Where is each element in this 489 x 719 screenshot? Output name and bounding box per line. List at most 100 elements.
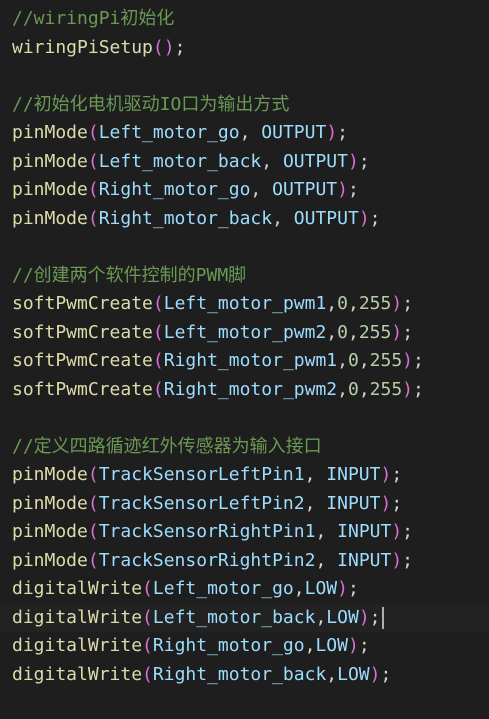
code-line[interactable]: wiringPiSetup(); (12, 34, 185, 62)
punctuation: ; (358, 150, 370, 172)
code-text: pinMode(Left_motor_back, OUTPUT); (12, 151, 370, 172)
punctuation: , (347, 321, 359, 343)
code-line[interactable]: digitalWrite(Left_motor_go,LOW); (12, 575, 359, 603)
code-line[interactable]: softPwmCreate(Right_motor_pwm2,0,255); (12, 376, 424, 404)
open-paren: ( (87, 179, 99, 200)
comment-text: //定义四路循迹红外传感器为输入接口 (12, 435, 322, 457)
code-line[interactable]: pinMode(TrackSensorRightPin2, INPUT); (12, 547, 413, 575)
punctuation: ; (402, 321, 414, 343)
open-paren: ( (152, 321, 164, 343)
comment-line[interactable]: //初始化电机驱动IO口为输出方式 (12, 91, 289, 119)
code-line[interactable]: pinMode(TrackSensorRightPin1, INPUT); (12, 518, 413, 546)
close-paren: ) (347, 635, 359, 656)
code-line[interactable]: pinMode(TrackSensorLeftPin2, INPUT); (12, 490, 402, 518)
code-text: digitalWrite(Left_motor_back,LOW); (12, 607, 381, 628)
close-paren: ) (347, 150, 359, 172)
open-paren: ( (142, 635, 153, 656)
identifier: Right_motor_pwm2 (163, 378, 338, 400)
code-line[interactable]: digitalWrite(Left_motor_back,LOW); (0, 603, 489, 632)
identifier: Left_motor_pwm2 (163, 321, 327, 343)
close-paren: ) (380, 464, 392, 485)
comment-line[interactable]: //定义四路循迹红外传感器为输入接口 (12, 433, 322, 461)
code-line[interactable]: softPwmCreate(Left_motor_pwm1,0,255); (12, 290, 413, 318)
punctuation: ; (369, 207, 381, 229)
open-paren: ( (87, 492, 99, 514)
number-literal: 255 (358, 293, 392, 314)
function-name: softPwmCreate (12, 321, 153, 343)
open-paren: ( (152, 378, 164, 400)
code-text: pinMode(TrackSensorRightPin2, INPUT); (12, 550, 413, 571)
function-name: digitalWrite (12, 663, 143, 685)
code-line[interactable]: pinMode(Left_motor_go, OUTPUT); (12, 119, 348, 147)
identifier: OUTPUT (261, 122, 327, 143)
code-line[interactable]: pinMode(Right_motor_go, OUTPUT); (12, 176, 359, 204)
identifier: LOW (337, 663, 370, 685)
identifier: LOW (304, 578, 338, 599)
identifier: Left_motor_go (98, 122, 240, 143)
function-name: pinMode (12, 492, 88, 514)
code-text: pinMode(Left_motor_go, OUTPUT); (12, 122, 348, 143)
punctuation: ; (347, 179, 359, 200)
close-paren: ) (358, 207, 370, 229)
code-line[interactable]: pinMode(Right_motor_back, OUTPUT); (12, 205, 381, 233)
open-paren: ( (87, 207, 99, 229)
punctuation: , (261, 150, 283, 172)
comment-text: //创建两个软件控制的PWM脚 (12, 264, 247, 286)
punctuation: , (272, 207, 294, 229)
close-paren: ) (163, 36, 175, 58)
code-editor[interactable]: //wiringPi初始化 wiringPiSetup();//初始化电机驱动IO… (0, 0, 489, 719)
code-line[interactable]: pinMode(Left_motor_back, OUTPUT); (12, 148, 370, 176)
code-line[interactable]: digitalWrite(Right_motor_back,LOW); (12, 661, 391, 689)
function-name: wiringPiSetup (12, 36, 153, 58)
identifier: TrackSensorRightPin1 (98, 521, 316, 542)
code-line[interactable]: softPwmCreate(Right_motor_pwm1,0,255); (12, 347, 424, 375)
text-cursor (381, 606, 384, 629)
code-line[interactable]: softPwmCreate(Left_motor_pwm2,0,255); (12, 319, 413, 347)
function-name: softPwmCreate (12, 378, 153, 400)
number-literal: 255 (369, 378, 403, 400)
comment-line[interactable]: //创建两个软件控制的PWM脚 (12, 262, 246, 290)
code-line[interactable]: digitalWrite(Right_motor_go,LOW); (12, 632, 370, 660)
open-paren: ( (142, 663, 153, 685)
close-paren: ) (337, 179, 348, 200)
identifier: Left_motor_go (152, 578, 294, 599)
punctuation: , (315, 549, 338, 571)
punctuation: , (358, 378, 370, 400)
punctuation: , (304, 464, 327, 485)
code-text: pinMode(TrackSensorRightPin1, INPUT); (12, 521, 413, 542)
punctuation: , (326, 321, 338, 343)
close-paren: ) (402, 378, 414, 400)
comment-text: //wiringPi初始化 (12, 8, 175, 29)
code-text: pinMode(Right_motor_back, OUTPUT); (12, 208, 381, 229)
identifier: Right_motor_back (152, 663, 327, 685)
identifier: INPUT (337, 521, 392, 542)
identifier: Left_motor_back (152, 606, 316, 628)
open-paren: ( (142, 606, 153, 628)
code-text: digitalWrite(Left_motor_go,LOW); (12, 578, 359, 599)
close-paren: ) (402, 350, 414, 371)
open-paren: ( (87, 549, 99, 571)
identifier: TrackSensorLeftPin2 (98, 492, 305, 514)
open-paren: ( (87, 521, 99, 542)
close-paren: ) (326, 122, 338, 143)
code-text: softPwmCreate(Left_motor_pwm1,0,255); (12, 293, 413, 314)
function-name: pinMode (12, 521, 88, 542)
code-line[interactable]: pinMode(TrackSensorLeftPin1, INPUT); (12, 461, 402, 489)
punctuation: ; (391, 464, 403, 485)
identifier: INPUT (326, 492, 381, 514)
identifier: OUTPUT (282, 150, 348, 172)
open-paren: ( (87, 464, 99, 485)
number-literal: 0 (347, 350, 359, 371)
comment-line[interactable]: //wiringPi初始化 (12, 5, 174, 33)
identifier: TrackSensorLeftPin1 (98, 464, 305, 485)
identifier: Right_motor_go (152, 635, 305, 656)
function-name: digitalWrite (12, 606, 143, 628)
function-name: digitalWrite (12, 635, 143, 656)
number-literal: 255 (358, 321, 392, 343)
code-text: softPwmCreate(Right_motor_pwm2,0,255); (12, 379, 424, 400)
identifier: Right_motor_pwm1 (163, 350, 338, 371)
punctuation: ; (402, 293, 414, 314)
identifier: TrackSensorRightPin2 (98, 549, 316, 571)
function-name: digitalWrite (12, 578, 143, 599)
number-literal: 0 (337, 293, 348, 314)
